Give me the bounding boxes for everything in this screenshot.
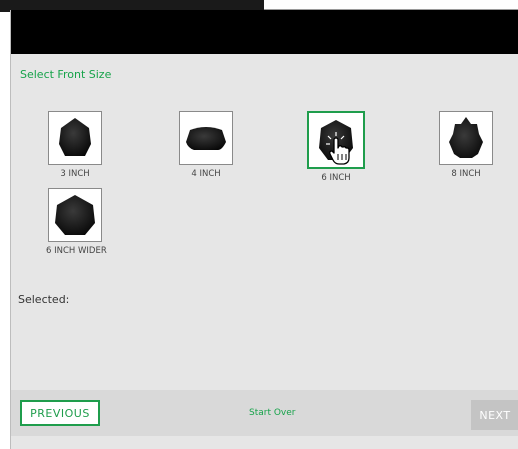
option-label: 3 INCH xyxy=(60,169,90,179)
option-thumbnail[interactable] xyxy=(48,188,102,242)
option-thumbnail[interactable] xyxy=(48,111,102,165)
option-thumbnail[interactable] xyxy=(439,111,493,165)
option-label: 8 INCH xyxy=(451,169,481,179)
start-over-link[interactable]: Start Over xyxy=(249,408,296,418)
option-thumbnail[interactable] xyxy=(179,111,233,165)
previous-button[interactable]: PREVIOUS xyxy=(20,400,100,426)
option-label: 6 INCH WIDER xyxy=(46,246,107,256)
option-label: 4 INCH xyxy=(191,169,221,179)
front-6-inch-wider-icon xyxy=(55,195,95,235)
front-6-inch-icon xyxy=(319,120,353,160)
front-3-inch-icon xyxy=(59,118,91,156)
configurator-dialog: Select Front Size 3 INCH 4 INCH 6 INCH 8… xyxy=(10,10,518,449)
option-6-inch[interactable]: 6 INCH xyxy=(307,111,365,183)
option-8-inch[interactable]: 8 INCH xyxy=(437,111,495,179)
front-8-inch-icon xyxy=(449,117,483,158)
dialog-header xyxy=(11,10,518,54)
background-window-right xyxy=(264,0,518,10)
option-6-inch-wider[interactable]: 6 INCH WIDER xyxy=(46,188,107,256)
step-title: Select Front Size xyxy=(20,68,112,81)
option-thumbnail[interactable] xyxy=(307,111,365,169)
next-button[interactable]: NEXT xyxy=(471,400,518,430)
front-4-inch-icon xyxy=(186,127,226,150)
option-4-inch[interactable]: 4 INCH xyxy=(177,111,235,179)
option-3-inch[interactable]: 3 INCH xyxy=(46,111,104,179)
option-label: 6 INCH xyxy=(321,173,351,183)
selected-summary: Selected: xyxy=(18,293,70,306)
